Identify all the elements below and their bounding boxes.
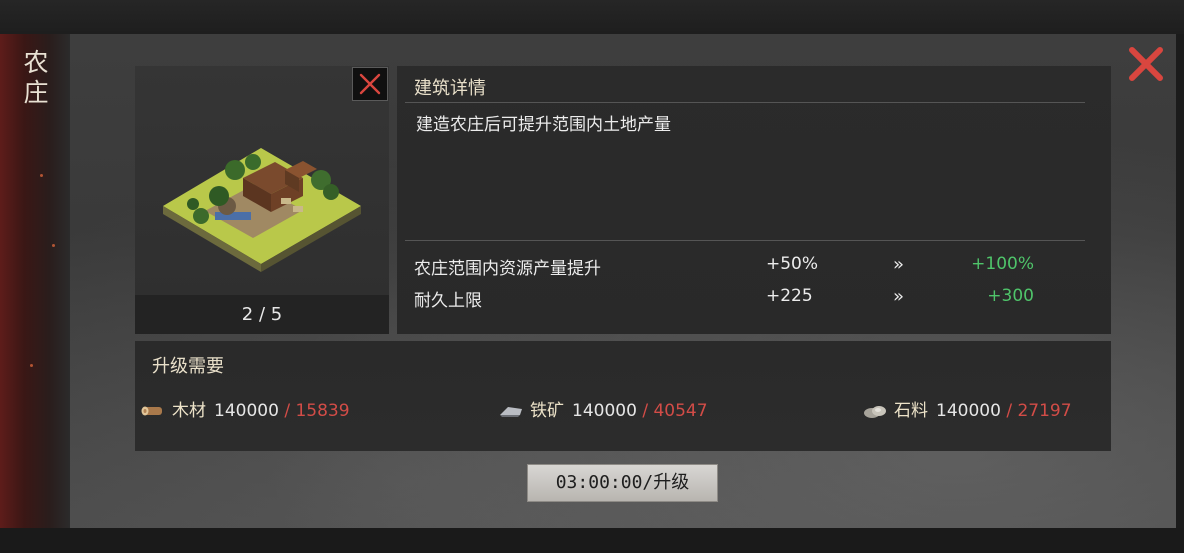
ember-decor	[40, 174, 43, 177]
resource-required: 140000	[214, 401, 279, 421]
tab-title: 农庄	[23, 48, 49, 107]
double-arrow-icon: »	[893, 286, 905, 307]
resource-owned: 15839	[295, 401, 350, 421]
resource-required: 140000	[572, 401, 637, 421]
stat-name: 耐久上限	[414, 291, 482, 311]
resource-separator: /	[284, 401, 291, 421]
resource-name: 石料	[894, 401, 928, 421]
divider	[405, 240, 1085, 241]
requirements-title: 升级需要	[152, 356, 224, 377]
stat-current: +225	[766, 286, 813, 306]
detail-title: 建筑详情	[414, 78, 486, 99]
ember-decor	[30, 364, 33, 367]
resource-separator: /	[1006, 401, 1013, 421]
building-description: 建造农庄后可提升范围内土地产量	[416, 115, 671, 135]
ember-decor	[52, 244, 55, 247]
resource-owned: 27197	[1017, 401, 1072, 421]
resource-name: 铁矿	[530, 401, 564, 421]
resource-requirement: 木材 140000 / 15839	[140, 396, 350, 421]
upgrade-button[interactable]: 03:00:00/升级	[527, 464, 718, 502]
stone-icon	[862, 402, 888, 420]
resource-owned: 40547	[653, 401, 708, 421]
image-close-button[interactable]	[352, 67, 388, 101]
resource-required: 140000	[936, 401, 1001, 421]
iron-ore-icon	[498, 402, 524, 420]
stat-current: +50%	[766, 254, 819, 274]
top-bar	[0, 0, 1184, 34]
stat-row: 农庄范围内资源产量提升 +50% » +100%	[0, 254, 1184, 279]
divider	[405, 102, 1085, 103]
stat-next: +300	[987, 286, 1034, 306]
resource-requirement: 铁矿 140000 / 40547	[498, 396, 708, 421]
stat-row: 耐久上限 +225 » +300	[0, 286, 1184, 311]
double-arrow-icon: »	[893, 254, 905, 275]
stat-next: +100%	[971, 254, 1034, 274]
resource-requirement: 石料 140000 / 27197	[862, 396, 1072, 421]
bottom-bar	[0, 528, 1184, 553]
building-tab	[0, 34, 70, 528]
resource-name: 木材	[172, 401, 206, 421]
resource-separator: /	[642, 401, 649, 421]
wood-icon	[140, 402, 166, 420]
stat-name: 农庄范围内资源产量提升	[414, 259, 601, 279]
close-icon	[359, 73, 381, 95]
close-icon[interactable]	[1126, 44, 1166, 84]
